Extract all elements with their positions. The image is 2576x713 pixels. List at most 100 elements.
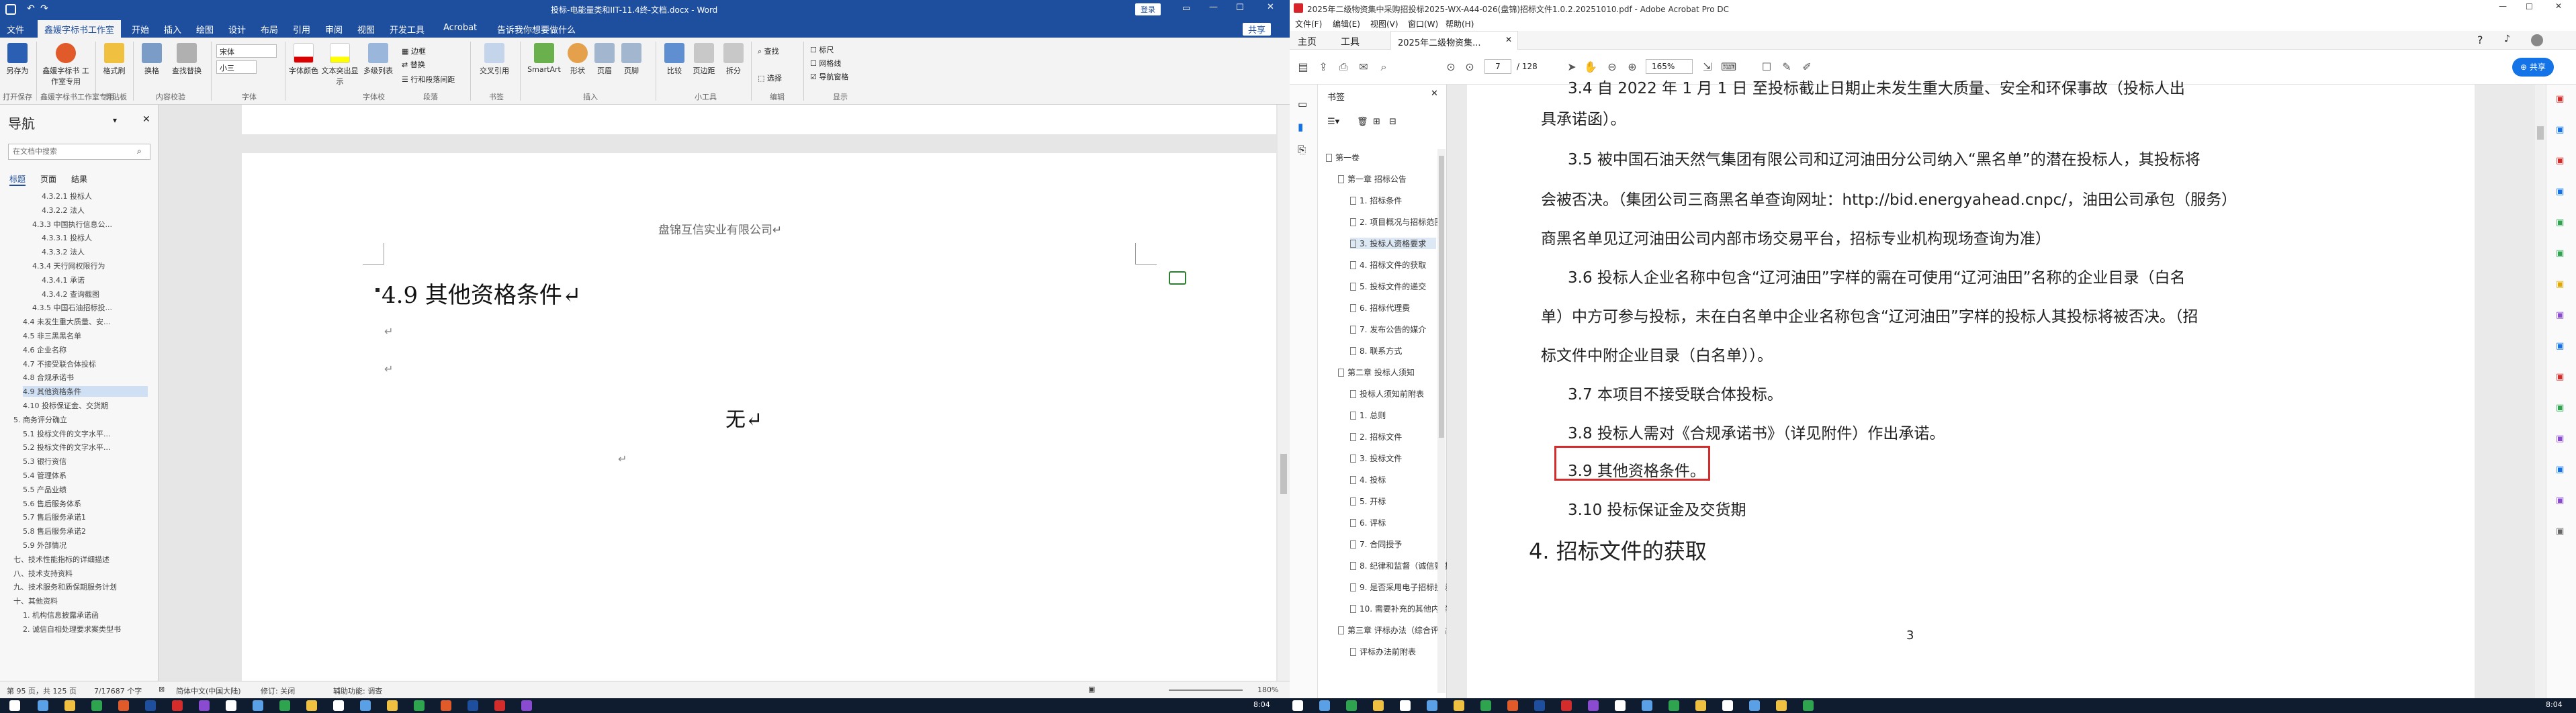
redo-icon[interactable]: ↷ [40,3,48,14]
tool-icon[interactable]: ▣ [2556,526,2564,536]
tool-icon[interactable]: ▣ [2556,279,2564,289]
taskbar-app-icon[interactable] [1776,700,1787,711]
nav-heading-item[interactable]: 1. 机构信息披露承诺函 [23,610,148,620]
tab-tools[interactable]: 工具 [1341,35,1360,48]
bookmark-options-icon[interactable]: ☰▾ [1327,117,1339,127]
shapes-button[interactable]: 形状 [566,43,590,76]
tab-insert[interactable]: 插入 [164,23,181,36]
taskbar-app-icon[interactable] [226,700,236,711]
tab-home[interactable]: 主页 [1298,35,1317,48]
tell-me-search[interactable]: 告诉我你想要做什么 [497,23,576,36]
nav-heading-item[interactable]: 4.7 不接受联合体投标 [23,359,148,369]
menu-help[interactable]: 帮助(H) [1446,18,1474,30]
header-button[interactable]: 页眉 [592,43,617,76]
clock[interactable]: 8:04 [2546,700,2563,709]
undo-icon[interactable]: ↶ [27,3,35,14]
tool-icon[interactable]: ▣ [2556,94,2564,104]
nav-heading-item[interactable]: 5.9 外部情况 [23,540,148,551]
save-as-button[interactable]: 另存为 [4,43,31,76]
find-replace-button[interactable]: 查找替换 [168,43,206,76]
taskbar-app-icon[interactable] [64,700,75,711]
minimize-icon[interactable]: — [1209,2,1218,12]
expand-bookmark-icon[interactable]: ⊟ [1389,117,1396,127]
signin-button[interactable]: 登录 [1135,3,1161,15]
bookmark-item[interactable]: 5. 开标 [1350,495,1436,507]
taskbar-app-icon[interactable] [360,700,371,711]
tool-icon[interactable]: ▣ [2556,372,2564,382]
nav-tab-pages[interactable]: 页面 [40,173,56,185]
bookmark-item[interactable]: 2. 招标文件 [1350,431,1436,442]
xinyuan-button[interactable]: 鑫媛字标书 工作室专用 [42,43,90,87]
taskbar-app-icon[interactable] [1373,700,1384,711]
help-icon[interactable]: ? [2477,34,2483,46]
bookmark-item[interactable]: 9. 是否采用电子招标投标 [1350,581,1450,593]
bookmark-item[interactable]: 3. 投标文件 [1350,453,1436,464]
bookmark-item[interactable]: 评标办法前附表 [1350,646,1436,657]
language[interactable]: 简体中文(中国大陆) [176,685,241,696]
taskbar-app-icon[interactable] [1346,700,1357,711]
autosave-icon[interactable] [5,4,16,15]
body-text[interactable]: 无↵ [725,403,762,432]
bookmark-item[interactable]: 第一章 招标公告 [1338,173,1436,185]
highlight-button[interactable]: 文本突出显示 [320,43,360,87]
scroll-thumb[interactable] [1280,454,1287,494]
font-size-select[interactable]: 小三 [216,60,257,74]
nav-heading-item[interactable]: 5.1 投标文件的文字水平... [23,428,148,439]
nav-heading-item[interactable]: 八、技术支持资料 [13,568,148,579]
bookmark-item[interactable]: 2. 项目概况与招标范围 [1350,216,1442,228]
delete-bookmark-icon[interactable]: 🗑 [1357,117,1368,127]
menu-edit[interactable]: 编辑(E) [1333,18,1360,30]
proofing-icon[interactable]: ⊠ [159,685,165,694]
tool-icon[interactable]: ▣ [2556,187,2564,197]
taskbar-app-icon[interactable] [468,700,478,711]
taskbar-app-icon[interactable] [1507,700,1518,711]
nav-heading-item[interactable]: 5.6 售后服务体系 [23,498,148,509]
bookmarks-panel-icon[interactable]: ▮ [1298,121,1303,133]
bookmark-item[interactable]: 第一卷 [1326,152,1436,163]
comment-icon[interactable] [1169,271,1186,285]
hand-tool-icon[interactable]: ✋ [1584,60,1597,74]
tab-acrobat[interactable]: Acrobat [443,23,477,33]
taskbar-app-icon[interactable] [521,700,532,711]
pdf-scrollbar[interactable] [2535,85,2546,698]
bookmark-item[interactable]: 3. 投标人资格要求 [1350,238,1436,249]
tab-review[interactable]: 审阅 [325,23,343,36]
taskbar-app-icon[interactable] [1427,700,1437,711]
nav-heading-item[interactable]: 4.3.2.2 法人 [42,205,148,216]
bookmark-item[interactable]: 7. 发布公告的媒介 [1350,324,1436,335]
tab-close-icon[interactable]: ✕ [1505,35,1512,44]
bookmark-item[interactable]: 1. 总则 [1350,410,1436,421]
bookmark-item[interactable]: 投标人须知前附表 [1350,388,1436,399]
nav-heading-item[interactable]: 4.4 未发生重大质量、安... [23,316,148,327]
bookmark-item[interactable]: 5. 投标文件的递交 [1350,281,1436,292]
nav-heading-item[interactable]: 七、技术性能指标的详细描述 [13,554,148,565]
menu-view[interactable]: 视图(V) [1370,18,1398,30]
scroll-thumb[interactable] [2537,126,2544,140]
ruler-checkbox[interactable]: ☐ 标尺 [810,44,834,55]
taskbar-app-icon[interactable] [333,700,344,711]
share-button[interactable]: 共享 [1243,23,1272,36]
taskbar-app-icon[interactable] [306,700,317,711]
taskbar-app-icon[interactable] [1642,700,1652,711]
multilevel-list-button[interactable]: 多级列表 [361,43,395,76]
compare-button[interactable]: 比较 [662,43,686,76]
nav-heading-item[interactable]: 5.5 产品业绩 [23,484,148,495]
bookmark-item[interactable]: 6. 招标代理费 [1350,302,1436,314]
taskbar-app-icon[interactable] [414,700,425,711]
clock[interactable]: 8:04 [1253,700,1270,709]
nav-heading-item[interactable]: 4.8 合规承诺书 [23,372,148,383]
search-icon[interactable]: ⌕ [1377,60,1390,74]
taskbar-app-icon[interactable] [1803,700,1814,711]
close-icon[interactable]: ✕ [1267,2,1274,12]
zoom-select[interactable]: 165% [1646,59,1693,74]
nav-tab-headings[interactable]: 标题 [9,173,26,186]
nav-heading-item[interactable]: 4.5 非三黑黑名单 [23,330,148,341]
nav-heading-item[interactable]: 2. 诚信自相处理要求案类型书 [23,624,148,634]
nav-heading-item[interactable]: 4.3.2.1 投标人 [42,191,148,201]
nav-heading-item[interactable]: 5. 商务评分确立 [13,414,148,425]
bookmark-item[interactable]: 8. 联系方式 [1350,345,1436,356]
tool-icon[interactable]: ▣ [2556,434,2564,444]
bookmark-item[interactable]: 1. 招标条件 [1350,195,1436,206]
nav-heading-item[interactable]: 九、技术服务和质保期服务计划 [13,581,148,592]
tab-xinyuan[interactable]: 鑫媛字标书工作室 [38,20,122,38]
